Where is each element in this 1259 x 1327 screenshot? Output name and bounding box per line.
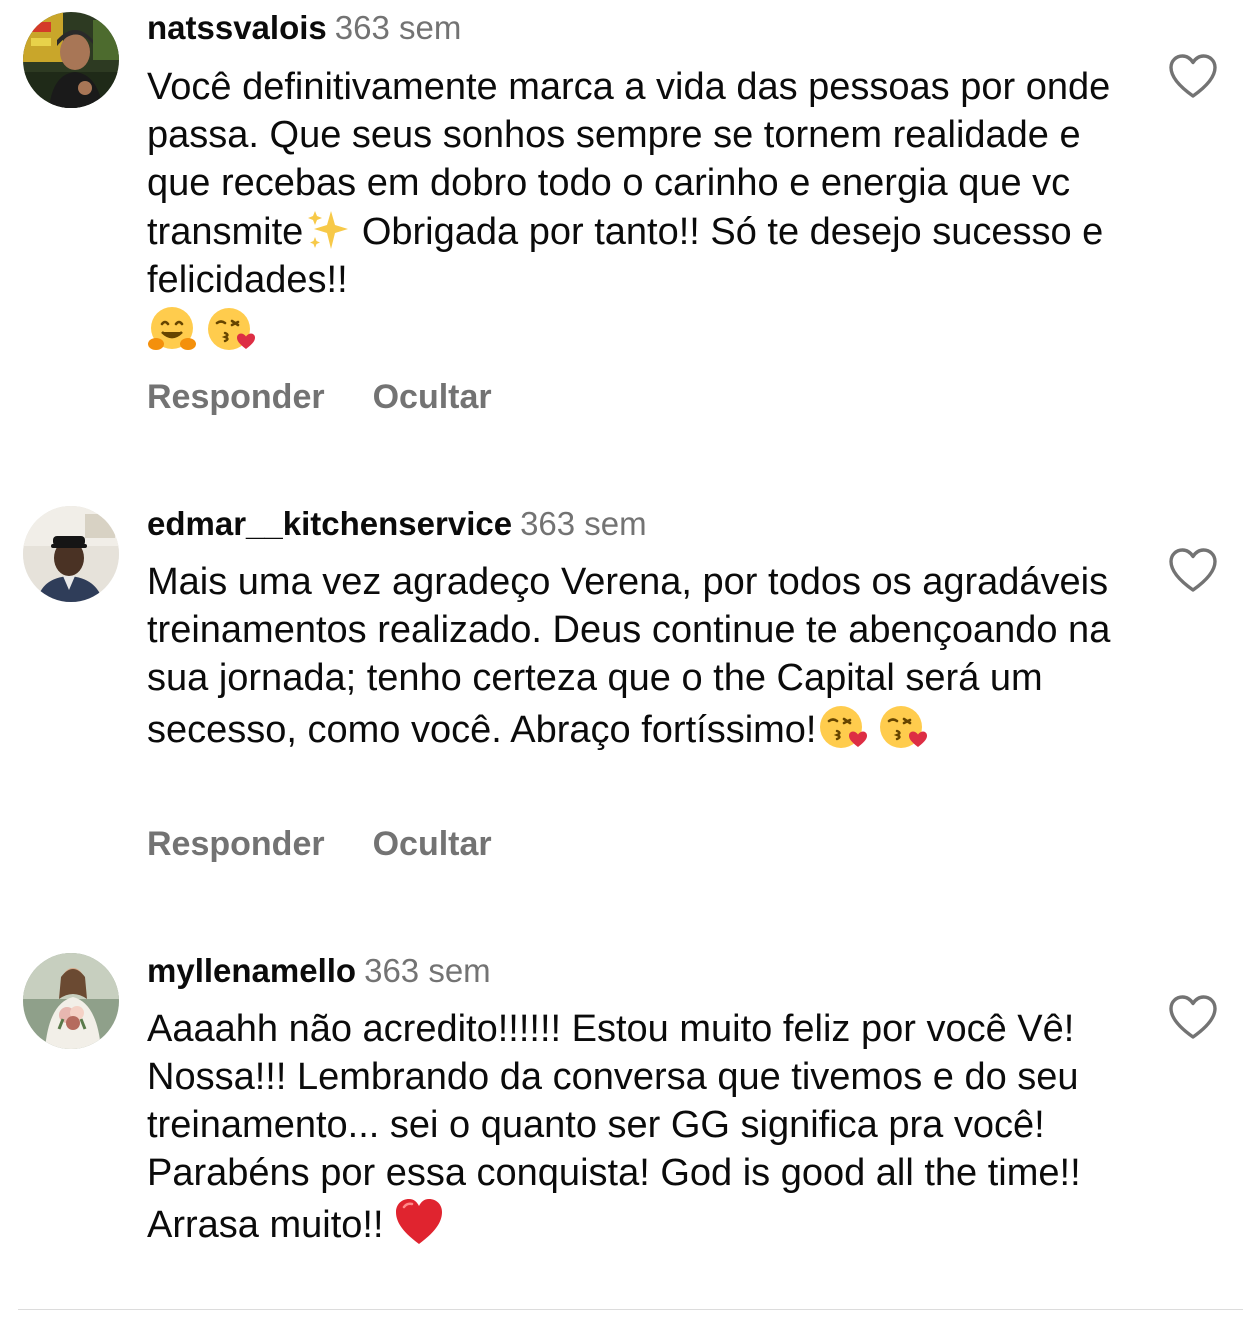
username[interactable]: edmar__kitchenservice — [147, 505, 512, 542]
comment-text: Aaaahh não acredito!!!!!! Estou muito fe… — [147, 1005, 1137, 1249]
face-blowing-kiss-icon — [817, 702, 867, 752]
comment-text: Mais uma vez agradeço Verena, por todos … — [147, 558, 1137, 754]
avatar[interactable] — [23, 12, 119, 108]
like-heart-icon[interactable] — [1168, 994, 1218, 1040]
comment-text: Você definitivamente marca a vida das pe… — [147, 63, 1137, 356]
face-blowing-kiss-icon — [205, 304, 255, 354]
red-heart-icon — [394, 1197, 444, 1247]
divider — [18, 1309, 1243, 1310]
reply-button[interactable]: Responder — [147, 825, 325, 863]
hide-button[interactable]: Ocultar — [373, 825, 492, 863]
reply-button[interactable]: Responder — [147, 378, 325, 416]
comment-timestamp: 363 sem — [520, 505, 647, 542]
avatar[interactable] — [23, 506, 119, 602]
username[interactable]: natssvalois — [147, 9, 327, 46]
like-heart-icon[interactable] — [1168, 547, 1218, 593]
face-blowing-kiss-icon — [877, 702, 927, 752]
comment-timestamp: 363 sem — [364, 952, 491, 989]
comment-text-main: Aaaahh não acredito!!!!!! Estou muito fe… — [147, 1008, 1090, 1246]
comment-timestamp: 363 sem — [334, 9, 462, 46]
hugging-face-icon — [147, 304, 197, 354]
avatar[interactable] — [23, 953, 119, 1049]
username[interactable]: myllenamello — [147, 952, 356, 989]
hide-button[interactable]: Ocultar — [373, 378, 492, 416]
like-heart-icon[interactable] — [1168, 53, 1218, 99]
sparkles-icon — [305, 207, 351, 253]
comment-text-main: Mais uma vez agradeço Verena, por todos … — [147, 561, 1121, 751]
